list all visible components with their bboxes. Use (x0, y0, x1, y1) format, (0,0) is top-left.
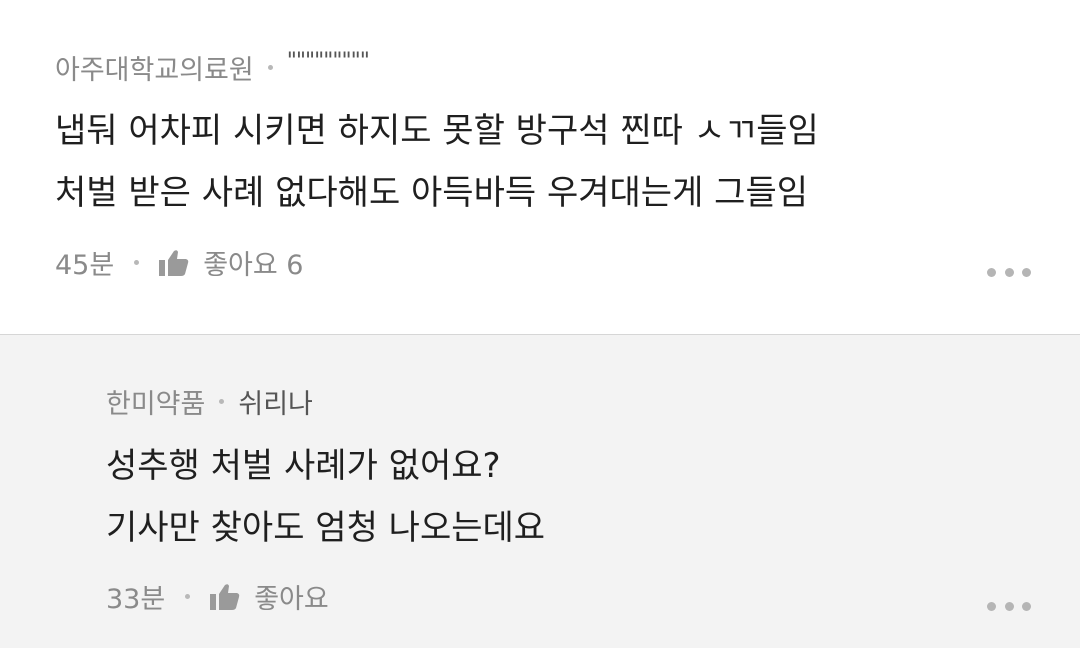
author-company[interactable]: 아주대학교의료원 (55, 48, 254, 87)
comment-line: 냅둬 어차피 시키면 하지도 못할 방구석 찐따 ㅅㄲ들임 (55, 111, 819, 151)
like-label: 좋아요 6 (203, 250, 304, 281)
more-horizontal-icon (987, 267, 996, 277)
like-label: 좋아요 (254, 584, 329, 615)
reply-meta: 한미약품 쉬리나 (106, 382, 313, 421)
comment-line: 처벌 받은 사례 없다해도 아득바득 우겨대는게 그들임 (55, 173, 809, 213)
comment-line: 성추행 처벌 사례가 없어요? (106, 446, 501, 486)
separator-dot (219, 399, 225, 404)
reply-footer: 33분 좋아요 (106, 577, 329, 616)
separator-dot (185, 594, 191, 599)
like-button[interactable]: 좋아요 6 (159, 243, 303, 282)
separator-dot (134, 260, 140, 265)
timestamp: 33분 (106, 584, 166, 615)
more-options-button[interactable] (987, 265, 1031, 279)
reply-body: 성추행 처벌 사례가 없어요? 기사만 찾아도 엄청 나오는데요 (106, 435, 545, 559)
comment-body: 냅둬 어차피 시키면 하지도 못할 방구석 찐따 ㅅㄲ들임 처벌 받은 사례 없… (55, 100, 819, 224)
separator-dot (267, 65, 273, 70)
comment-footer: 45분 좋아요 6 (55, 243, 303, 282)
more-horizontal-icon (987, 601, 996, 611)
comment-line: 기사만 찾아도 엄청 나오는데요 (106, 508, 546, 548)
timestamp: 45분 (55, 250, 115, 281)
thumbs-up-icon (159, 249, 189, 276)
like-button[interactable]: 좋아요 (210, 577, 329, 616)
reply-item: 한미약품 쉬리나 성추행 처벌 사례가 없어요? 기사만 찾아도 엄청 나오는데… (0, 335, 1080, 648)
author-company[interactable]: 한미약품 (106, 382, 205, 421)
author-nickname[interactable]: 쉬리나 (238, 382, 313, 421)
author-nickname[interactable]: """"""""" (287, 49, 370, 74)
more-options-button[interactable] (987, 599, 1031, 613)
comment-item: 아주대학교의료원 """"""""" 냅둬 어차피 시키면 하지도 못할 방구석… (0, 0, 1080, 334)
comment-meta: 아주대학교의료원 """"""""" (55, 48, 370, 87)
thumbs-up-icon (210, 583, 240, 610)
